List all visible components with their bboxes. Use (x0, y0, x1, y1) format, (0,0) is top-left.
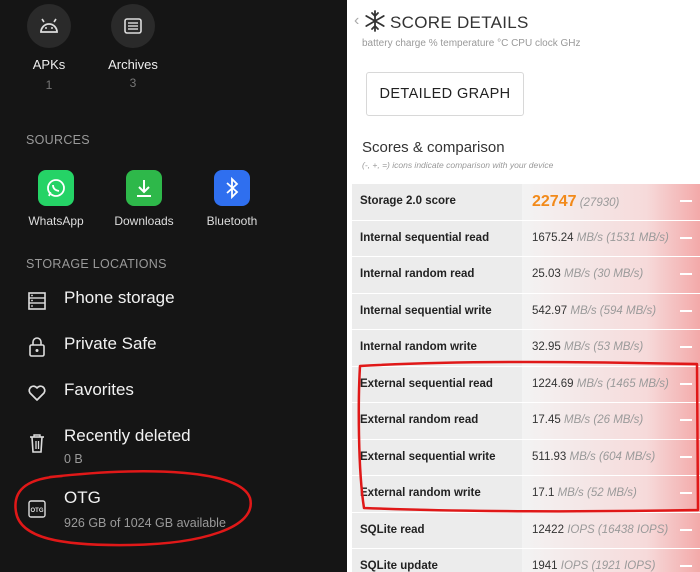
score-details-panel: ‹ SCORE DETAILS battery charge % tempera… (352, 0, 700, 572)
file-manager-panel: APKs 1 Archives 3 SOURCES WhatsApp Downl… (0, 0, 347, 572)
external-results-highlight-annotation (357, 360, 700, 513)
otg-highlight-annotation (14, 470, 252, 547)
